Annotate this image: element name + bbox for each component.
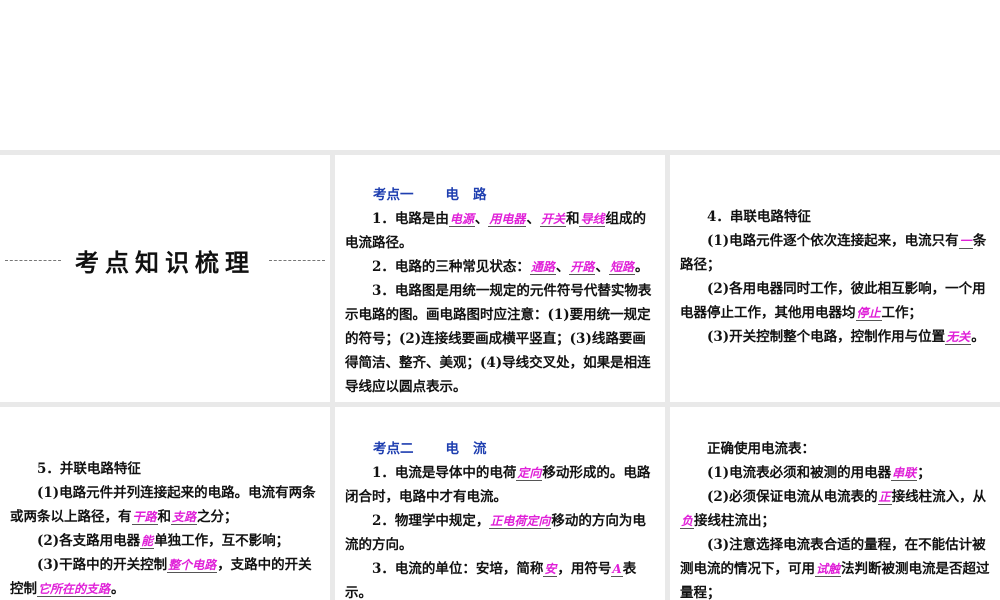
fill-in-answer: 导线	[579, 212, 606, 227]
blank-header-area	[0, 0, 1000, 150]
heading-label: 考点二	[373, 441, 414, 457]
paragraph: 1．电流是导体中的电荷定向移动形成的。电路闭合时，电路中才有电流。	[345, 461, 657, 509]
fill-in-answer: 安	[543, 562, 558, 577]
paragraph: (1)电流表必须和被测的用电器串联；	[680, 461, 992, 485]
fill-in-answer: 停止	[855, 306, 882, 321]
text-segment: 接线柱流入，从	[891, 489, 987, 505]
section-heading: 考点一 电路	[345, 183, 657, 207]
fill-in-answer: 负	[680, 514, 695, 529]
fill-in-answer: 试触	[815, 562, 842, 577]
text-segment: 工作；	[881, 305, 923, 321]
text-segment: 单独工作，互不影响；	[154, 533, 290, 549]
panel-ammeter-usage: 正确使用电流表： (1)电流表必须和被测的用电器串联； (2)必须保证电流从电流表的…	[670, 407, 1000, 600]
fill-in-answer: 整个电路	[167, 558, 218, 573]
paragraph: 3．电流的单位：安培，简称安，用符号A表示。	[345, 557, 657, 600]
slide-grid: 考点知识梳理 考点一 电路 1．电路是由电源、用电器、开关和导线组成的电流路径。 2．…	[0, 150, 1000, 600]
section-title: 考点知识梳理	[75, 249, 255, 277]
fill-in-answer: 通路	[529, 260, 556, 275]
heading-topic: 电路	[445, 187, 501, 203]
text-segment: 、	[474, 211, 489, 227]
fill-in-answer: 短路	[608, 260, 635, 275]
fill-in-answer: A	[611, 562, 623, 577]
text-segment: (2)必须保证电流从电流表的	[707, 489, 878, 505]
text-segment: 3．电流的单位：安培，简称	[372, 561, 544, 577]
fill-in-answer: 支路	[171, 510, 198, 525]
text-segment: 和	[157, 509, 172, 525]
fill-in-answer: 正	[877, 490, 892, 505]
panel-parallel-circuit: 5．并联电路特征 (1)电路元件并列连接起来的电路。电流有两条或两条以上路径，有干…	[0, 407, 330, 600]
text-segment: 。	[111, 581, 125, 597]
panel-circuit: 考点一 电路 1．电路是由电源、用电器、开关和导线组成的电流路径。 2．电路的三种常见…	[335, 155, 665, 402]
fill-in-answer: 开关	[539, 212, 566, 227]
text-segment: (2)各支路用电器	[37, 533, 141, 549]
paragraph: (2)必须保证电流从电流表的正接线柱流入，从负接线柱流出；	[680, 485, 992, 533]
text-segment: ，用符号	[557, 561, 612, 577]
heading-topic: 电流	[445, 441, 501, 457]
fill-in-answer: 用电器	[488, 212, 527, 227]
fill-in-answer: 无关	[945, 330, 972, 345]
divider-left	[5, 260, 61, 261]
text-segment: (3)开关控制整个电路，控制作用与位置	[707, 329, 946, 345]
paragraph: 2．物理学中规定，正电荷定向移动的方向为电流的方向。	[345, 509, 657, 557]
text-segment: 和	[565, 211, 580, 227]
paragraph: (3)注意选择电流表合适的量程，在不能估计被测电流的情况下，可用试触法判断被测电…	[680, 533, 992, 600]
paragraph: 4．串联电路特征	[680, 205, 992, 229]
text-segment: 5．并联电路特征	[37, 461, 141, 477]
fill-in-answer: 正电荷定向	[489, 514, 552, 529]
text-segment: 1．电流是导体中的电荷	[372, 465, 517, 481]
paragraph: (3)开关控制整个电路，控制作用与位置无关。	[680, 325, 992, 349]
fill-in-answer: 串联	[891, 466, 918, 481]
paragraph: 2．电路的三种常见状态：通路、开路、短路。	[345, 255, 657, 279]
text-segment: 正确使用电流表：	[707, 441, 815, 457]
panel-series-circuit: 4．串联电路特征 (1)电路元件逐个依次连接起来，电流只有一条路径； (2)各用电器…	[670, 155, 1000, 402]
fill-in-answer: 一	[958, 234, 973, 249]
text-segment: 、	[526, 211, 540, 227]
title-panel: 考点知识梳理	[0, 155, 330, 402]
text-segment: ；	[917, 465, 931, 481]
text-segment: 4．串联电路特征	[707, 209, 811, 225]
paragraph: 正确使用电流表：	[680, 437, 992, 461]
panel-current: 考点二 电流 1．电流是导体中的电荷定向移动形成的。电路闭合时，电路中才有电流。 2．…	[335, 407, 665, 600]
text-segment: 。	[971, 329, 985, 345]
text-segment: (1)电流表必须和被测的用电器	[707, 465, 892, 481]
paragraph: 3．电路图是用统一规定的元件符号代替实物表示电路的图。画电路图时应注意：(1)要…	[345, 279, 657, 399]
text-segment: (3)干路中的开关控制	[37, 557, 168, 573]
divider-right	[269, 260, 325, 261]
text-segment: 3．电路图是用统一规定的元件符号代替实物表示电路的图。画电路图时应注意：(1)要…	[345, 283, 652, 395]
fill-in-answer: 它所在的支路	[37, 582, 112, 597]
text-segment: (1)电路元件逐个依次连接起来，电流只有	[707, 233, 959, 249]
fill-in-answer: 开路	[569, 260, 596, 275]
paragraph: (1)电路元件逐个依次连接起来，电流只有一条路径；	[680, 229, 992, 277]
text-segment: 。	[634, 259, 649, 275]
fill-in-answer: 干路	[131, 510, 158, 525]
text-segment: 2．物理学中规定，	[372, 513, 490, 529]
section-heading: 考点二 电流	[345, 437, 657, 461]
paragraph: 5．并联电路特征	[10, 457, 322, 481]
paragraph: (2)各用电器同时工作，彼此相互影响，一个用电器停止工作，其他用电器均停止工作；	[680, 277, 992, 325]
paragraph: (1)电路元件并列连接起来的电路。电流有两条或两条以上路径，有干路和支路之分；	[10, 481, 322, 529]
paragraph: (3)干路中的开关控制整个电路，支路中的开关控制它所在的支路。	[10, 553, 322, 600]
text-segment: (2)各用电器同时工作，彼此相互影响，一个用电器停止工作，其他用电器均	[680, 281, 986, 321]
fill-in-answer: 电源	[448, 212, 475, 227]
text-segment: 2．电路的三种常见状态：	[372, 259, 530, 275]
paragraph: (2)各支路用电器能单独工作，互不影响；	[10, 529, 322, 553]
text-segment: 1．电路是由	[372, 211, 449, 227]
heading-label: 考点一	[373, 187, 414, 203]
text-segment: 之分；	[197, 509, 238, 525]
text-segment: 、	[555, 259, 570, 275]
fill-in-answer: 定向	[516, 466, 543, 481]
fill-in-answer: 能	[140, 534, 155, 549]
text-segment: 接线柱流出；	[694, 513, 776, 529]
paragraph: 1．电路是由电源、用电器、开关和导线组成的电流路径。	[345, 207, 657, 255]
text-segment: 、	[595, 259, 609, 275]
